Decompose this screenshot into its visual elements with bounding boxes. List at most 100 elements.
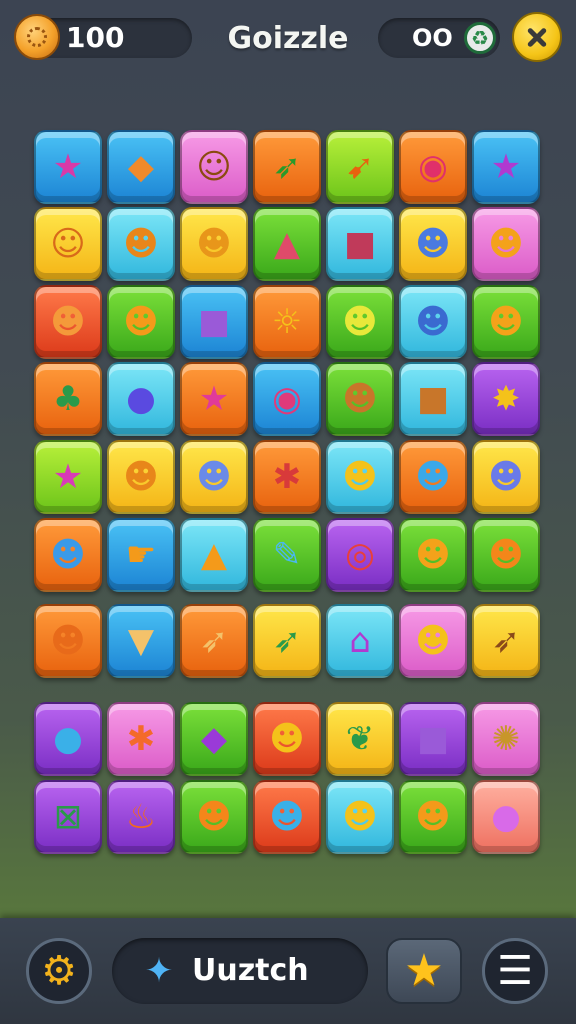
tile-r9-c3[interactable]: ☻ [180,780,248,854]
tile-r8-c6[interactable]: ■ [399,702,467,776]
tile-r4-c2[interactable]: ● [107,362,175,436]
tile-r1-c2[interactable]: ◆ [107,130,175,204]
kite-icon: ◆ [127,147,155,187]
pumpkin-icon: ☻ [196,797,232,837]
tile-r9-c4[interactable]: ☻ [253,780,321,854]
tile-r8-c4[interactable]: ☻ [253,702,321,776]
tile-r6-c3[interactable]: ▲ [180,518,248,592]
tile-r9-c1[interactable]: ⊠ [34,780,102,854]
tile-r5-c4[interactable]: ✱ [253,440,321,514]
tile-r8-c3[interactable]: ◆ [180,702,248,776]
pumpkin-icon: ☻ [123,302,159,342]
tile-r4-c6[interactable]: ■ [399,362,467,436]
crate-icon: ⊠ [53,797,83,837]
bear-face-icon: ☻ [123,224,159,264]
bear-face-icon: ☻ [196,224,232,264]
tile-r7-c3[interactable]: ➶ [180,604,248,678]
tile-r4-c7[interactable]: ✸ [472,362,540,436]
tile-r6-c6[interactable]: ☻ [399,518,467,592]
box-icon: ■ [343,224,377,264]
tile-r3-c3[interactable]: ■ [180,285,248,359]
tile-r5-c5[interactable]: ☻ [326,440,394,514]
lion-face-icon: ☻ [488,302,524,342]
tile-r2-c6[interactable]: ☻ [399,207,467,281]
settings-button[interactable]: ⚙ [26,938,92,1004]
tile-r6-c7[interactable]: ☻ [472,518,540,592]
paintbrush-icon: ✎ [272,535,302,575]
tile-r3-c4[interactable]: ☼ [253,285,321,359]
tile-r2-c1[interactable]: ☺ [34,207,102,281]
jelly-icon: ☻ [415,302,451,342]
pumpkin-icon: ☻ [488,535,524,575]
tile-r1-c5[interactable]: ➹ [326,130,394,204]
arrow-icon: ➶ [272,621,302,661]
tile-r6-c5[interactable]: ◎ [326,518,394,592]
tile-r9-c5[interactable]: ☻ [326,780,394,854]
tile-r6-c4[interactable]: ✎ [253,518,321,592]
monster-face-icon: ☻ [488,224,524,264]
tile-r8-c2[interactable]: ✱ [107,702,175,776]
tile-r3-c1[interactable]: ☻ [34,285,102,359]
tile-r5-c3[interactable]: ☻ [180,440,248,514]
tile-r1-c3[interactable]: ☺ [180,130,248,204]
tile-r9-c7[interactable]: ● [472,780,540,854]
tile-r5-c7[interactable]: ☻ [472,440,540,514]
tile-r1-c7[interactable]: ★ [472,130,540,204]
tile-r3-c7[interactable]: ☻ [472,285,540,359]
tile-r7-c7[interactable]: ➶ [472,604,540,678]
tile-r4-c5[interactable]: ☻ [326,362,394,436]
candy-icon: ✦ [144,951,174,991]
tile-r4-c3[interactable]: ★ [180,362,248,436]
tile-r2-c7[interactable]: ☻ [472,207,540,281]
bottom-bar: ⚙ ✦ Uuztch ★ ☰ [0,918,576,1024]
tile-r2-c3[interactable]: ☻ [180,207,248,281]
tile-r1-c4[interactable]: ➶ [253,130,321,204]
tile-r8-c7[interactable]: ✺ [472,702,540,776]
tile-r4-c4[interactable]: ◉ [253,362,321,436]
tile-r2-c2[interactable]: ☻ [107,207,175,281]
pumpkin-icon: ☻ [123,457,159,497]
menu-button[interactable]: ☰ [482,938,548,1004]
tile-r7-c6[interactable]: ☻ [399,604,467,678]
tile-r4-c1[interactable]: ♣ [34,362,102,436]
ice-cream-cone-icon: ▼ [127,621,155,661]
star-face-icon: ✸ [491,379,521,419]
octopus-icon: ☻ [415,457,451,497]
cookie-face-icon: ☻ [342,379,378,419]
tile-r5-c6[interactable]: ☻ [399,440,467,514]
blob-face-icon: ☻ [415,224,451,264]
crab-icon: ✱ [272,457,302,497]
tile-r7-c5[interactable]: ⌂ [326,604,394,678]
tile-r8-c1[interactable]: ● [34,702,102,776]
star-button[interactable]: ★ [386,938,462,1004]
gem-icon: ◆ [200,719,228,759]
apple-face-icon: ☻ [342,302,378,342]
tile-r8-c5[interactable]: ❦ [326,702,394,776]
tile-r5-c1[interactable]: ★ [34,440,102,514]
cat-face-icon: ☻ [415,535,451,575]
tile-r7-c1[interactable]: ☻ [34,604,102,678]
tile-r2-c5[interactable]: ■ [326,207,394,281]
cat-face-icon: ☻ [196,457,232,497]
arrow-icon: ➶ [199,621,229,661]
tile-r3-c6[interactable]: ☻ [399,285,467,359]
tile-r5-c2[interactable]: ☻ [107,440,175,514]
sun-face-icon: ☼ [271,302,303,342]
switch-button[interactable]: ✦ Uuztch [112,938,368,1004]
tile-r3-c5[interactable]: ☻ [326,285,394,359]
tile-r6-c2[interactable]: ☛ [107,518,175,592]
tile-r2-c4[interactable]: ▲ [253,207,321,281]
tile-r7-c4[interactable]: ➶ [253,604,321,678]
tile-r3-c2[interactable]: ☻ [107,285,175,359]
tile-r1-c1[interactable]: ★ [34,130,102,204]
tile-r1-c6[interactable]: ◉ [399,130,467,204]
tile-r9-c6[interactable]: ☻ [399,780,467,854]
leaf-icon: ❦ [345,719,375,759]
balloon-icon: ● [491,797,521,837]
tile-r7-c2[interactable]: ▼ [107,604,175,678]
fox-face-icon: ☻ [342,457,378,497]
tile-r6-c1[interactable]: ☻ [34,518,102,592]
tile-r9-c2[interactable]: ♨ [107,780,175,854]
arrow-icon: ➶ [491,621,521,661]
star-icon: ★ [52,147,84,187]
